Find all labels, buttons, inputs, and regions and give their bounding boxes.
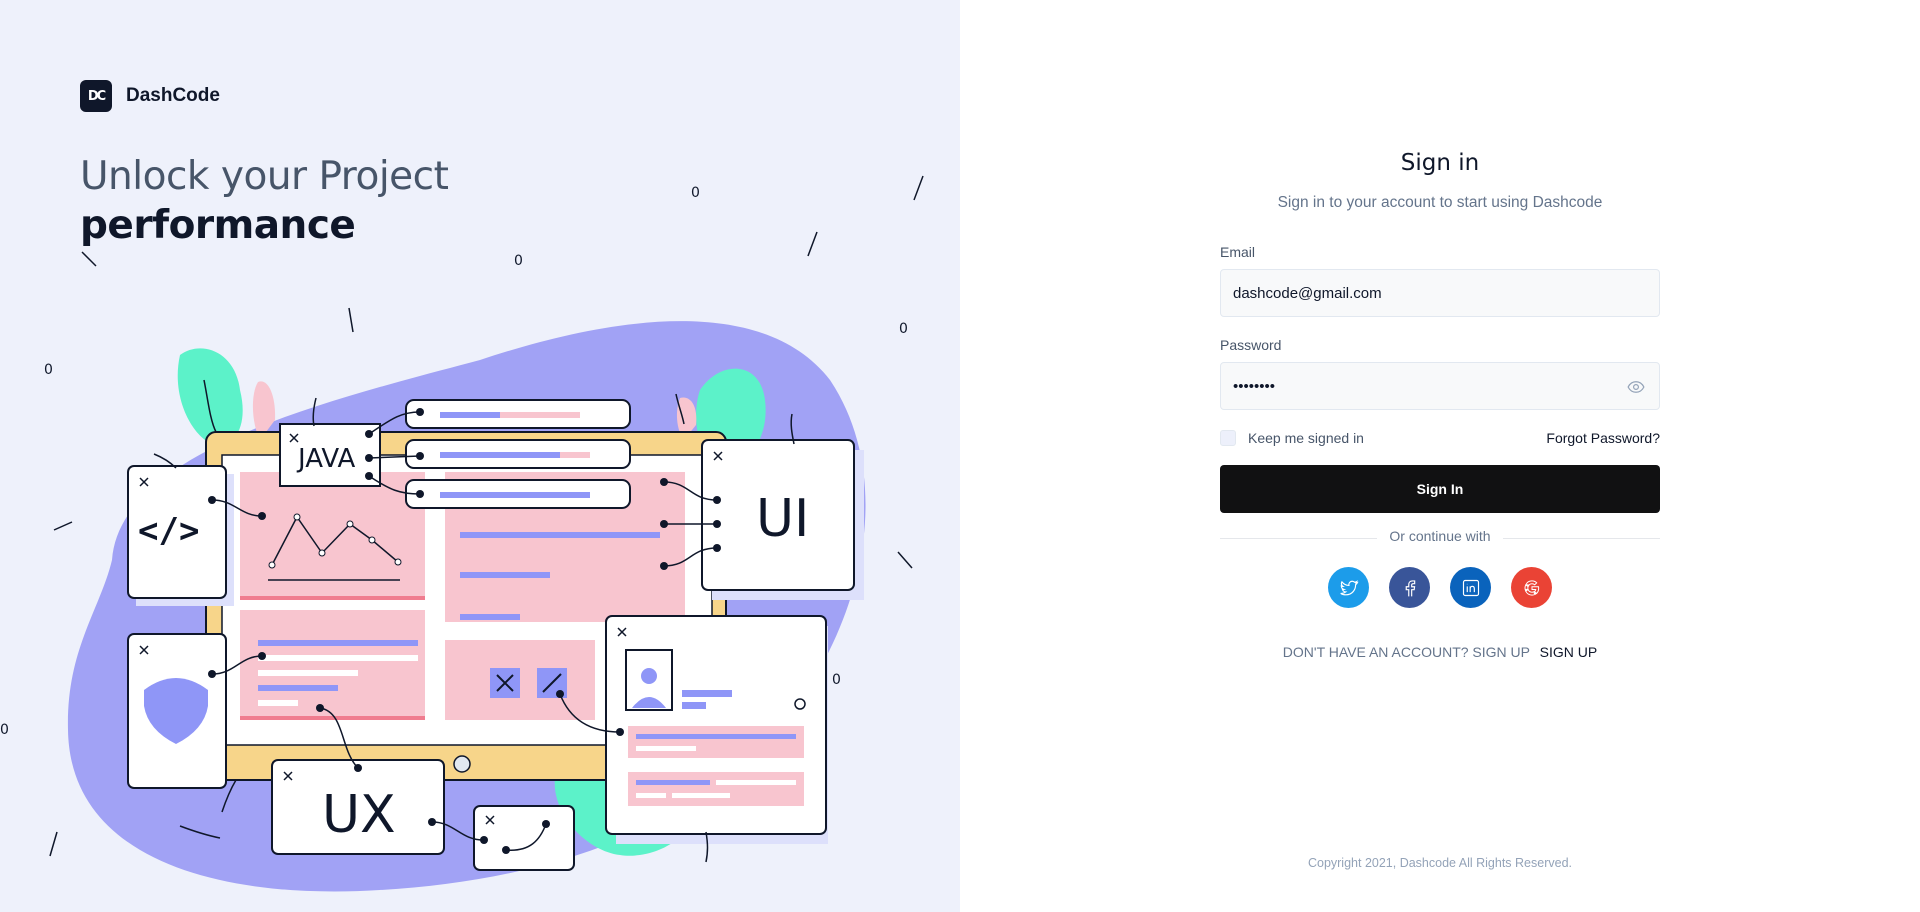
brand-logo: DC [80,80,112,112]
keep-signed-in-label: Keep me signed in [1248,430,1364,446]
forgot-password-link[interactable]: Forgot Password? [1546,430,1660,446]
signup-prompt: DON'T HAVE AN ACCOUNT? SIGN UP [1282,644,1530,660]
email-label: Email [1220,244,1256,260]
sign-in-button[interactable]: Sign In [1220,465,1660,513]
password-field-box [1220,362,1660,410]
signup-row: DON'T HAVE AN ACCOUNT? SIGN UP SIGN UP [1220,644,1660,660]
email-field[interactable] [1221,270,1659,316]
google-button[interactable] [1511,567,1552,608]
twitter-button[interactable] [1328,567,1369,608]
brand[interactable]: DC DashCode [80,80,220,112]
password-label: Password [1220,337,1282,353]
code-label: </> [138,511,199,551]
zero-1: 0 [691,185,700,201]
email-field-box [1220,269,1660,317]
keep-signed-in[interactable]: Keep me signed in [1220,430,1364,446]
ui-label: UI [756,489,809,549]
java-label: JAVA [296,444,355,474]
copyright: Copyright 2021, Dashcode All Rights Rese… [1307,856,1573,870]
page-title: Sign in [1400,150,1480,176]
zero-4: 0 [44,362,53,378]
brand-name: DashCode [126,85,220,106]
email-group: Email [1220,244,1660,317]
signin-form: Sign in Sign in to your account to start… [1220,150,1660,660]
ux-label: UX [322,785,396,845]
zero-6: 0 [0,722,9,738]
signin-panel: Sign in Sign in to your account to start… [960,0,1920,912]
linkedin-button[interactable] [1450,567,1491,608]
monitor-button [453,755,471,773]
connector-card [473,805,575,871]
zero-5: 0 [832,672,841,688]
signin-options: Keep me signed in Forgot Password? [1220,430,1660,446]
twitter-icon [1339,579,1359,595]
zero-2: 0 [514,253,523,269]
zero-3: 0 [899,321,908,337]
password-group: Password [1220,337,1660,410]
google-icon [1523,579,1539,596]
social-login-buttons [1220,567,1660,608]
eye-icon[interactable] [1627,378,1645,396]
keep-signed-in-checkbox[interactable] [1220,430,1236,446]
password-field[interactable] [1221,363,1659,409]
linkedin-icon [1462,579,1479,596]
hero-illustration: JAVA </> UI UX 0 0 0 0 0 0 [0,175,924,892]
facebook-button[interactable] [1389,567,1430,608]
continue-with-divider: Or continue with [1220,528,1660,548]
sign-up-link[interactable]: SIGN UP [1540,644,1598,660]
hero-panel: DC DashCode Unlock your Project performa… [0,0,960,912]
facebook-icon [1405,579,1415,596]
continue-with-label: Or continue with [1377,528,1503,544]
page-subtitle: Sign in to your account to start using D… [1277,194,1603,211]
